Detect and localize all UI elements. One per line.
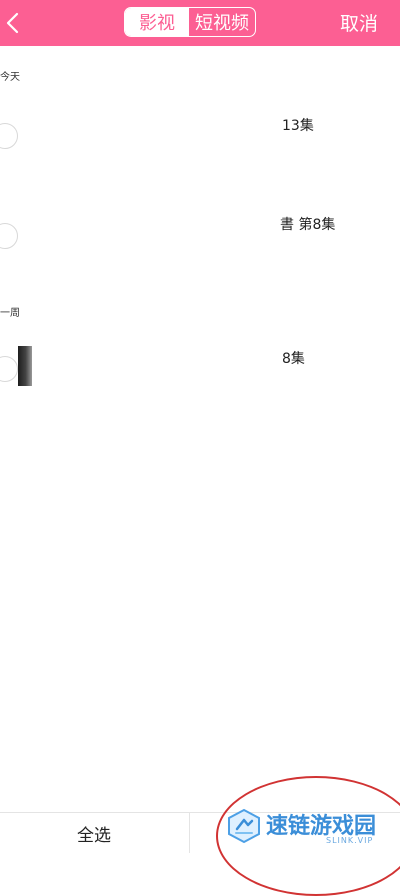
watermark: 速链游戏园 SLINK.VIP	[226, 804, 396, 850]
top-bar: 影视 短视频 取消	[0, 0, 400, 46]
footer-divider	[189, 813, 190, 853]
chevron-left-icon	[6, 12, 19, 34]
select-radio[interactable]	[0, 356, 18, 382]
list-item[interactable]: 13集	[0, 106, 400, 166]
select-radio[interactable]	[0, 223, 18, 249]
cancel-button[interactable]: 取消	[340, 9, 378, 36]
tab-movies[interactable]: 影视	[125, 8, 189, 36]
section-label-week: 一周	[0, 308, 20, 319]
watermark-logo-icon	[228, 808, 260, 844]
watermark-subtitle: SLINK.VIP	[326, 836, 374, 845]
video-thumbnail	[18, 346, 32, 386]
episode-text: 13集	[282, 118, 314, 134]
select-radio[interactable]	[0, 123, 18, 149]
tab-switcher: 影视 短视频	[124, 7, 256, 37]
select-all-button[interactable]: 全选	[0, 813, 188, 853]
list-item[interactable]: 8集	[0, 336, 400, 396]
back-button[interactable]	[0, 6, 26, 40]
list-item[interactable]: 書 第8集	[0, 206, 400, 266]
tab-short-videos[interactable]: 短视频	[189, 8, 255, 36]
section-label-today: 今天	[0, 72, 20, 83]
episode-text: 書 第8集	[280, 217, 336, 233]
episode-text: 8集	[282, 351, 305, 367]
